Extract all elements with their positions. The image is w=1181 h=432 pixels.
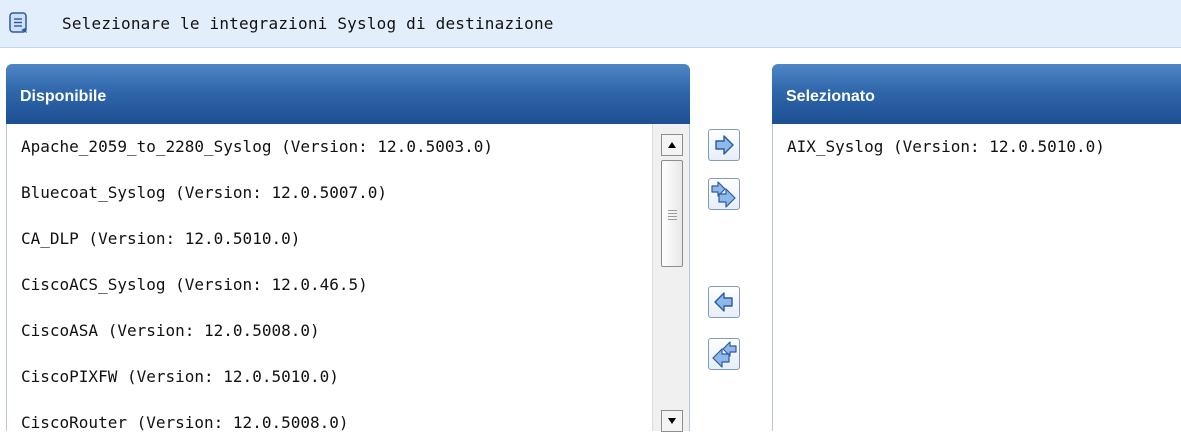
arrow-right-icon: [715, 135, 734, 155]
double-arrow-left-icon: [712, 341, 737, 368]
available-scrollbar[interactable]: [652, 124, 690, 432]
list-item[interactable]: CiscoRouter (Version: 12.0.5008.0): [7, 400, 652, 431]
available-header: Disponibile: [6, 64, 690, 124]
list-item[interactable]: Bluecoat_Syslog (Version: 12.0.5007.0): [7, 170, 652, 216]
list-item[interactable]: Apache_2059_to_2280_Syslog (Version: 12.…: [7, 124, 652, 170]
scroll-thumb[interactable]: [661, 160, 683, 267]
double-arrow-right-icon: [711, 181, 736, 208]
triangle-up-icon: [668, 142, 676, 148]
selected-list[interactable]: AIX_Syslog (Version: 12.0.5010.0): [772, 124, 1181, 431]
grip-line: [668, 219, 677, 220]
scroll-up-button[interactable]: [661, 134, 683, 156]
available-list[interactable]: Apache_2059_to_2280_Syslog (Version: 12.…: [6, 124, 652, 431]
instruction-bar: Selezionare le integrazioni Syslog di de…: [0, 0, 1181, 48]
grip-line: [668, 213, 677, 214]
list-item[interactable]: CiscoASA (Version: 12.0.5008.0): [7, 308, 652, 354]
list-item[interactable]: CiscoACS_Syslog (Version: 12.0.46.5): [7, 262, 652, 308]
selected-header: Selezionato: [772, 64, 1181, 124]
instruction-text: Selezionare le integrazioni Syslog di de…: [62, 14, 554, 33]
arrow-left-icon: [714, 292, 733, 312]
grip-line: [668, 210, 677, 211]
notepad-icon: [8, 12, 30, 34]
list-item[interactable]: CA_DLP (Version: 12.0.5010.0): [7, 216, 652, 262]
scroll-down-button[interactable]: [661, 410, 683, 432]
move-all-right-button[interactable]: [708, 178, 740, 210]
move-right-button[interactable]: [708, 129, 740, 161]
move-left-button[interactable]: [708, 286, 740, 318]
move-all-left-button[interactable]: [708, 338, 740, 370]
list-item[interactable]: AIX_Syslog (Version: 12.0.5010.0): [773, 124, 1181, 170]
grip-line: [668, 216, 677, 217]
list-item[interactable]: CiscoPIXFW (Version: 12.0.5010.0): [7, 354, 652, 400]
triangle-down-icon: [668, 418, 676, 424]
